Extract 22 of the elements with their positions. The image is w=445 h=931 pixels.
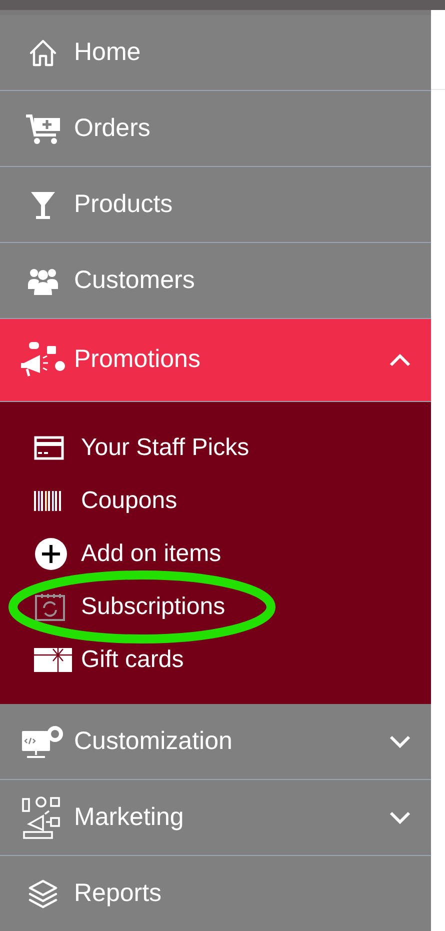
caret-up-icon[interactable] — [389, 353, 411, 367]
submenu-link[interactable]: Your Staff Picks — [81, 430, 250, 466]
menu-label: Orders — [74, 112, 152, 144]
megaphone-icon — [20, 341, 66, 379]
menu-label: Products — [74, 188, 174, 220]
menu-label: Marketing — [74, 802, 185, 833]
menu-label: Customization — [74, 726, 234, 757]
submenu-link[interactable]: Gift cards — [81, 642, 184, 678]
caret-down-icon[interactable] — [389, 734, 411, 748]
submenu-link[interactable]: Coupons — [81, 482, 178, 518]
plus-circle-icon — [34, 536, 68, 570]
menu-label: Reports — [74, 878, 163, 909]
menu-label: Customers — [74, 264, 196, 296]
menu-label: Promotions — [74, 344, 202, 376]
gift-card-icon — [34, 648, 72, 672]
calendar-refresh-icon — [34, 592, 66, 622]
card-icon — [34, 436, 64, 460]
caret-down-icon[interactable] — [389, 810, 411, 824]
menu-item[interactable]: Promotions — [0, 319, 431, 402]
barcode-icon — [34, 490, 62, 510]
menu-label: Home — [74, 36, 142, 68]
submenu-link[interactable]: Add on items — [81, 536, 222, 572]
